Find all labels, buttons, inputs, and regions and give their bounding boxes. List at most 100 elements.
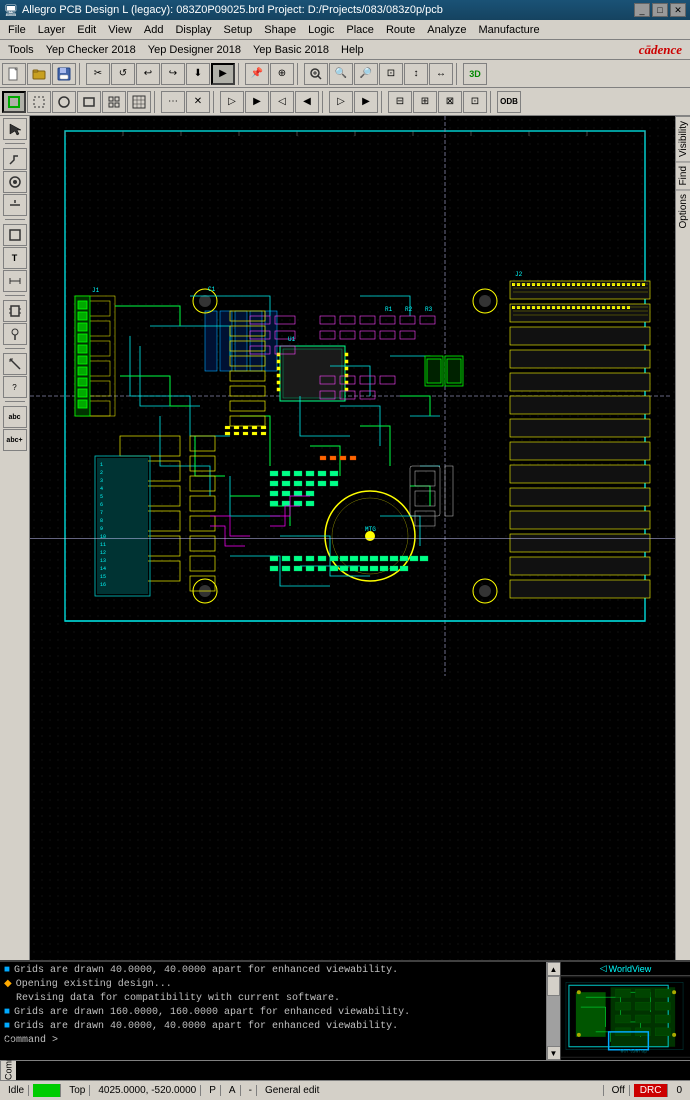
menu-tools[interactable]: Tools [2, 42, 40, 58]
status-green-indicator [33, 1084, 61, 1097]
lt-measure[interactable] [3, 353, 27, 375]
lt-sep-4 [5, 348, 25, 350]
lt-add-connect[interactable] [3, 194, 27, 216]
tb-redo[interactable]: ↪ [161, 63, 185, 85]
tb2-arr1[interactable]: ▷ [220, 91, 244, 113]
tb-save[interactable] [52, 63, 76, 85]
tb2-arr5[interactable]: ▷ [329, 91, 353, 113]
lt-shape[interactable] [3, 224, 27, 246]
tb-new[interactable] [2, 63, 26, 85]
tb2-grid[interactable] [127, 91, 151, 113]
menu-yep-designer[interactable]: Yep Designer 2018 [142, 42, 247, 58]
tb-run[interactable]: ▶ [211, 63, 235, 85]
tb2-circle[interactable] [52, 91, 76, 113]
tb-refresh[interactable]: ↺ [111, 63, 135, 85]
tb-down[interactable]: ⬇ [186, 63, 210, 85]
tb2-sq[interactable]: ⊡ [463, 91, 487, 113]
menu-yep-checker[interactable]: Yep Checker 2018 [40, 42, 142, 58]
scroll-up-btn[interactable]: ▲ [547, 962, 561, 976]
menu-setup[interactable]: Setup [218, 22, 259, 38]
lt-pin[interactable] [3, 323, 27, 345]
tb-undo[interactable]: ↩ [136, 63, 160, 85]
menu-add[interactable]: Add [138, 22, 170, 38]
tb2-select2[interactable] [27, 91, 51, 113]
status-edit-mode: General edit [261, 1085, 604, 1096]
lt-text[interactable]: T [3, 247, 27, 269]
tb-zoom-fit[interactable]: ⊡ [379, 63, 403, 85]
tb-3d[interactable]: 3D [463, 63, 487, 85]
cmd-icon-4: ■ [4, 1020, 10, 1034]
svg-text:J2: J2 [515, 271, 523, 278]
tb2-plus[interactable]: ⊞ [413, 91, 437, 113]
scroll-thumb[interactable] [547, 976, 560, 996]
menu-yep-basic[interactable]: Yep Basic 2018 [247, 42, 335, 58]
options-tab[interactable]: Options [676, 189, 690, 232]
visibility-tab[interactable]: Visibility [676, 116, 690, 161]
tb-sep-3 [297, 63, 301, 85]
tb-zoom-world[interactable]: ↔ [429, 63, 453, 85]
lt-query[interactable]: ? [3, 376, 27, 398]
lt-route[interactable] [3, 148, 27, 170]
tb2-dots[interactable]: ⋯ [161, 91, 185, 113]
app-icon: 🖥 [4, 4, 18, 17]
tb-zoom-area[interactable] [304, 63, 328, 85]
cmd-icon-3: ■ [4, 1006, 10, 1020]
cadence-logo: cādence [639, 42, 688, 58]
tb2-sep-2 [213, 91, 217, 113]
command-input-field[interactable] [16, 1061, 690, 1080]
menu-shape[interactable]: Shape [258, 22, 302, 38]
lt-sep-1 [5, 143, 25, 145]
tb2-minus[interactable]: ⊟ [388, 91, 412, 113]
maximize-button[interactable]: □ [652, 3, 668, 17]
menu-file[interactable]: File [2, 22, 32, 38]
menu-analyze[interactable]: Analyze [421, 22, 472, 38]
left-toolbar: T ? abc abc+ [0, 116, 30, 960]
tb2-odb[interactable]: ODB [497, 91, 521, 113]
lt-part[interactable] [3, 300, 27, 322]
menu-edit[interactable]: Edit [71, 22, 102, 38]
tb2-x[interactable]: ✕ [186, 91, 210, 113]
tb-zoom-in[interactable]: 🔍 [329, 63, 353, 85]
menu-display[interactable]: Display [169, 22, 217, 38]
menu-help[interactable]: Help [335, 42, 370, 58]
lt-via[interactable] [3, 171, 27, 193]
lt-abc[interactable]: abc [3, 406, 27, 428]
tb2-x2[interactable]: ⊠ [438, 91, 462, 113]
tb2-select1[interactable] [2, 91, 26, 113]
tb2-arr3[interactable]: ◁ [270, 91, 294, 113]
menu-manufacture[interactable]: Manufacture [472, 22, 545, 38]
worldview-text: WorldView [609, 964, 652, 974]
menu-logic[interactable]: Logic [302, 22, 340, 38]
lt-select[interactable] [3, 118, 27, 140]
svg-text:16: 16 [100, 582, 106, 588]
command-area: ■ Grids are drawn 40.0000, 40.0000 apart… [0, 960, 690, 1060]
tb2-arr2[interactable]: ▶ [245, 91, 269, 113]
tb-cut[interactable]: ✂ [86, 63, 110, 85]
toolbar-2: ⋯ ✕ ▷ ▶ ◁ ◀ ▷ ▶ ⊟ ⊞ ⊠ ⊡ ODB [0, 88, 690, 116]
title-bar: 🖥 Allegro PCB Design L (legacy): 083Z0P0… [0, 0, 690, 20]
tb-bookmark[interactable]: ⊕ [270, 63, 294, 85]
pcb-canvas-wrapper[interactable]: J1 C1 U1 MTG J2 R1 R2 R3 12 34 56 78 [30, 116, 675, 960]
menu-place[interactable]: Place [340, 22, 380, 38]
menu-view[interactable]: View [102, 22, 138, 38]
svg-text:6: 6 [100, 502, 103, 508]
tb-pin[interactable]: 📌 [245, 63, 269, 85]
command-scrollbar[interactable]: ▲ ▼ [546, 962, 560, 1060]
tb2-arr6[interactable]: ▶ [354, 91, 378, 113]
tb-open[interactable] [27, 63, 51, 85]
find-tab[interactable]: Find [676, 161, 690, 189]
minimize-button[interactable]: _ [634, 3, 650, 17]
scroll-down-btn[interactable]: ▼ [547, 1046, 561, 1060]
lt-dimension[interactable] [3, 270, 27, 292]
tb2-arr4[interactable]: ◀ [295, 91, 319, 113]
scroll-track[interactable] [547, 976, 560, 1046]
cmd-line-5: Grids are drawn 40.0000, 40.0000 apart f… [14, 1020, 398, 1034]
tb2-rect[interactable] [77, 91, 101, 113]
menu-route[interactable]: Route [380, 22, 421, 38]
tb-zoom-prev[interactable]: ↕ [404, 63, 428, 85]
close-button[interactable]: ✕ [670, 3, 686, 17]
tb2-cross[interactable] [102, 91, 126, 113]
menu-layer[interactable]: Layer [32, 22, 72, 38]
lt-abc2[interactable]: abc+ [3, 429, 27, 451]
tb-zoom-out[interactable]: 🔎 [354, 63, 378, 85]
